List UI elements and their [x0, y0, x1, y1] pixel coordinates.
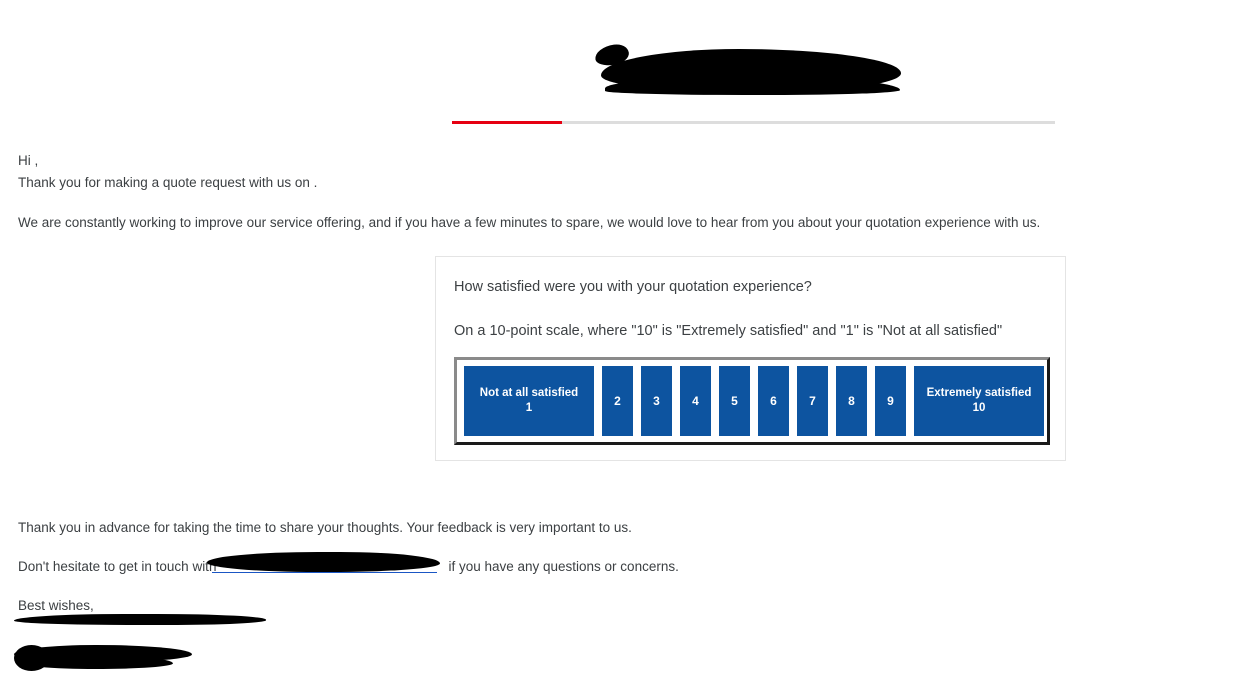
contact-email-redaction [207, 552, 440, 572]
divider-neutral-segment [562, 121, 1055, 124]
contact-line-suffix: if you have any questions or concerns. [448, 559, 679, 574]
survey-card: How satisfied were you with your quotati… [435, 256, 1066, 461]
rating-scale-options: Not at all satisfied 1 2 3 4 5 6 7 8 9 Extremely s… [463, 365, 1045, 437]
rating-option-label: Not at all satisfied [479, 387, 579, 399]
redaction-stroke [605, 77, 900, 95]
rating-option-value: 9 [887, 393, 894, 408]
rating-option-value: 3 [653, 393, 660, 408]
rating-option-value: 6 [770, 393, 777, 408]
rating-option-value: 10 [972, 402, 986, 414]
signoff-line: Best wishes, [18, 598, 94, 613]
company-logo-redaction [593, 42, 905, 95]
rating-option-6[interactable]: 6 [757, 365, 790, 437]
rating-option-10[interactable]: Extremely satisfied 10 [913, 365, 1045, 437]
rating-option-value: 4 [692, 393, 699, 408]
rating-option-4[interactable]: 4 [679, 365, 712, 437]
rating-option-value: 7 [809, 393, 816, 408]
quote-request-line: Thank you for making a quote request wit… [18, 175, 318, 190]
rating-option-2[interactable]: 2 [601, 365, 634, 437]
survey-scale-description: On a 10-point scale, where "10" is "Extr… [454, 323, 1003, 339]
rating-option-value: 8 [848, 393, 855, 408]
rating-option-value: 2 [614, 393, 621, 408]
rating-option-9[interactable]: 9 [874, 365, 907, 437]
rating-option-7[interactable]: 7 [796, 365, 829, 437]
divider-accent-segment [452, 121, 562, 124]
greeting-line: Hi , [18, 153, 39, 168]
contact-email-link-underline[interactable] [212, 572, 437, 573]
rating-scale-frame: Not at all satisfied 1 2 3 4 5 6 7 8 9 Extremely s… [454, 357, 1050, 445]
rating-option-8[interactable]: 8 [835, 365, 868, 437]
survey-question: How satisfied were you with your quotati… [454, 279, 812, 295]
header-divider [452, 121, 1055, 124]
rating-option-value: 5 [731, 393, 738, 408]
rating-option-3[interactable]: 3 [640, 365, 673, 437]
signature-name-redaction [14, 614, 266, 625]
rating-option-5[interactable]: 5 [718, 365, 751, 437]
closing-paragraph: Thank you in advance for taking the time… [18, 520, 632, 535]
rating-option-label: Extremely satisfied [926, 387, 1032, 399]
rating-option-1[interactable]: Not at all satisfied 1 [463, 365, 595, 437]
rating-option-value: 1 [525, 402, 533, 414]
email-header [0, 0, 1251, 132]
intro-paragraph: We are constantly working to improve our… [18, 215, 1041, 230]
signature-detail-redaction [18, 655, 173, 669]
contact-line-prefix: Don't hesitate to get in touch with [18, 559, 217, 574]
